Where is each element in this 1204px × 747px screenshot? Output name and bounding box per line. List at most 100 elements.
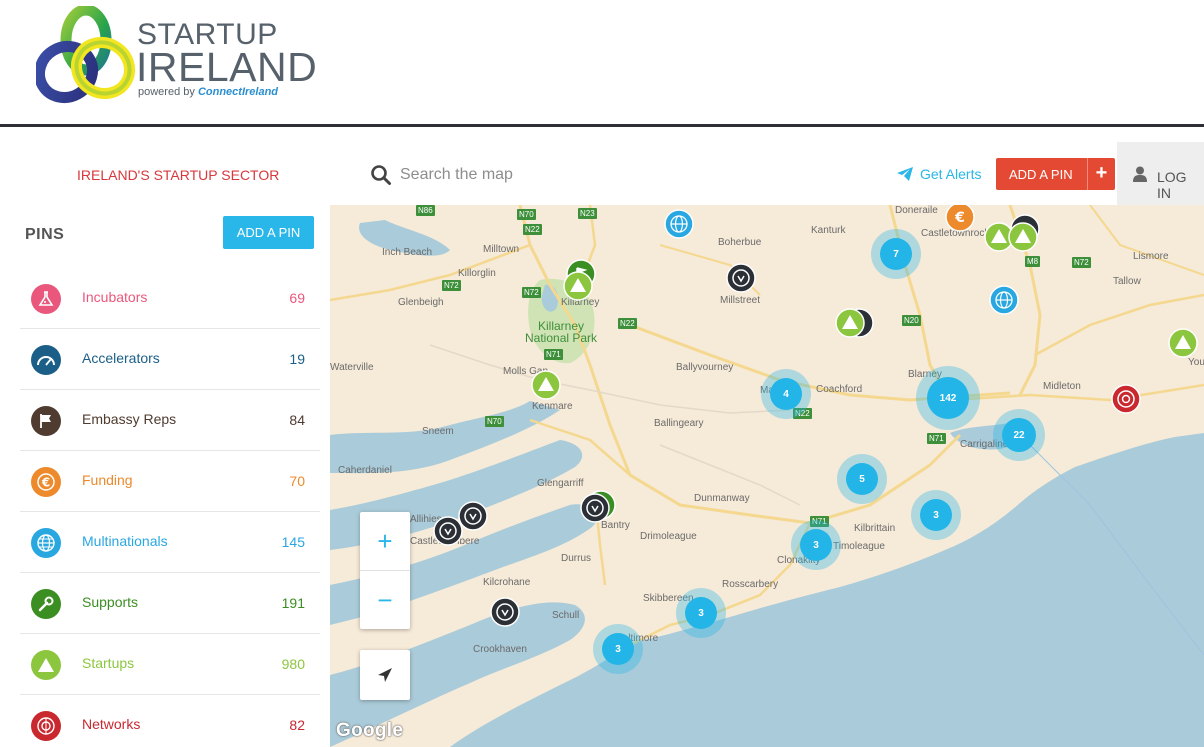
road-shield: N72 (442, 280, 461, 291)
add-pin-top-button[interactable]: ADD A PIN + (996, 158, 1115, 190)
place-label: Milltown (483, 244, 520, 255)
category-accelerators[interactable]: Accelerators 19 (20, 329, 320, 390)
category-supports[interactable]: Supports 191 (20, 573, 320, 634)
euro-icon: € (31, 467, 61, 497)
paper-plane-icon (897, 167, 913, 181)
pin-cluster[interactable]: 3 (911, 490, 961, 540)
place-label: Inch Beach (382, 247, 433, 258)
svg-text:€: € (41, 476, 50, 490)
embassy-pin-icon[interactable] (580, 493, 610, 523)
location-arrow-icon (378, 668, 392, 682)
road-shield: N23 (578, 208, 597, 219)
category-label: Supports (82, 594, 139, 610)
road-shield: N70 (517, 209, 536, 220)
cluster-count: 5 (846, 463, 878, 495)
map-canvas[interactable]: Inch Beach Milltown Killorglin Glenbeigh… (330, 205, 1204, 747)
triangle-icon (31, 650, 61, 680)
place-label: Ballyvourney (676, 362, 734, 373)
pin-cluster[interactable]: 3 (791, 520, 841, 570)
connectireland-text: ConnectIreland (197, 86, 279, 98)
place-label: Kanturk (811, 225, 846, 236)
road-shield: N71 (544, 349, 563, 360)
zoom-out-button[interactable]: − (360, 570, 410, 628)
category-incubators[interactable]: Incubators 69 (20, 268, 320, 329)
category-funding[interactable]: € Funding 70 (20, 451, 320, 512)
login-button[interactable]: LOG IN (1117, 142, 1204, 206)
category-label: Embassy Reps (82, 411, 177, 427)
trinity-knot-logo-icon (36, 6, 136, 104)
category-embassy-reps[interactable]: Embassy Reps 84 (20, 390, 320, 451)
category-count: 84 (289, 412, 305, 428)
google-logo: Google (336, 720, 404, 741)
multinational-pin-globe-icon[interactable] (664, 209, 694, 239)
flag-icon (31, 406, 61, 436)
place-label: Durrus (561, 553, 592, 564)
pin-cluster[interactable]: 3 (676, 588, 726, 638)
category-networks[interactable]: Networks 82 (20, 695, 320, 747)
network-pin-icon[interactable] (1111, 384, 1141, 414)
category-count: 82 (289, 717, 305, 733)
wrench-icon (31, 589, 61, 619)
place-label: Ballingeary (654, 418, 704, 429)
category-multinationals[interactable]: Multinationals 145 (20, 512, 320, 573)
map-base-layer (330, 205, 1204, 747)
login-label: LOG IN (1157, 169, 1187, 201)
category-label: Networks (82, 716, 141, 732)
globe-icon (31, 528, 61, 558)
page: STARTUP IRELAND powered by ConnectIrelan… (0, 0, 1204, 747)
place-label: Midleton (1043, 381, 1081, 392)
pin-cluster[interactable]: 3 (593, 624, 643, 674)
multinational-pin-globe-icon[interactable] (989, 285, 1019, 315)
zoom-in-button[interactable]: + (360, 512, 410, 570)
flask-icon (31, 284, 61, 314)
pin-cluster[interactable]: 4 (761, 369, 811, 419)
zoom-control: + − (360, 512, 410, 629)
category-startups[interactable]: Startups 980 (20, 634, 320, 695)
embassy-pin-icon[interactable] (490, 597, 520, 627)
get-alerts-link[interactable]: Get Alerts (897, 166, 981, 182)
pin-cluster[interactable]: 7 (871, 229, 921, 279)
pin-cluster[interactable]: 22 (993, 409, 1045, 461)
powered-by-text: powered by (138, 86, 195, 98)
place-label: Tallow (1113, 276, 1141, 287)
road-shield: N70 (485, 416, 504, 427)
category-label: Accelerators (82, 350, 160, 366)
pin-cluster[interactable]: 5 (837, 454, 887, 504)
search-icon (371, 165, 391, 185)
place-label: Caherdaniel (338, 465, 392, 476)
pin-cluster[interactable]: 142 (916, 366, 980, 430)
startup-pin-triangle-icon[interactable] (563, 271, 593, 301)
category-label: Multinationals (82, 533, 168, 549)
place-label: Millstreet (720, 295, 761, 306)
national-park-label: Killarney National Park (525, 320, 597, 344)
map-search-input[interactable] (400, 159, 700, 191)
category-count: 19 (289, 351, 305, 367)
park-label-line2: National Park (525, 331, 598, 345)
add-pin-sidebar-button[interactable]: ADD A PIN (223, 216, 314, 249)
place-label: Rosscarbery (722, 579, 779, 590)
startup-pin-triangle-icon[interactable] (1008, 222, 1038, 252)
category-count: 70 (289, 473, 305, 489)
category-label: Funding (82, 472, 133, 488)
place-label: Crookhaven (473, 644, 527, 655)
place-label: Dunmanway (694, 493, 750, 504)
embassy-pin-icon[interactable] (433, 516, 463, 546)
place-label: Schull (552, 610, 580, 621)
place-label: Glengarriff (537, 478, 584, 489)
cluster-count: 142 (927, 377, 969, 419)
place-label: Kenmare (532, 401, 573, 412)
cluster-count: 3 (685, 597, 717, 629)
road-shield: N71 (927, 433, 946, 444)
svg-text:€: € (954, 210, 965, 226)
cluster-count: 22 (1002, 418, 1036, 452)
startup-pin-triangle-icon[interactable] (531, 370, 561, 400)
startup-pin-triangle-icon[interactable] (835, 308, 865, 338)
my-location-button[interactable] (360, 650, 410, 700)
place-label: Lismore (1133, 251, 1169, 262)
brand-ireland-text: IRELAND (136, 44, 318, 90)
startup-pin-triangle-icon[interactable] (1168, 328, 1198, 358)
funding-pin-euro-icon[interactable]: € (945, 205, 975, 235)
place-label: Sneem (422, 426, 454, 437)
embassy-pin-icon[interactable] (726, 263, 756, 293)
startup-ireland-logo[interactable]: STARTUP IRELAND powered by ConnectIrelan… (36, 6, 318, 106)
